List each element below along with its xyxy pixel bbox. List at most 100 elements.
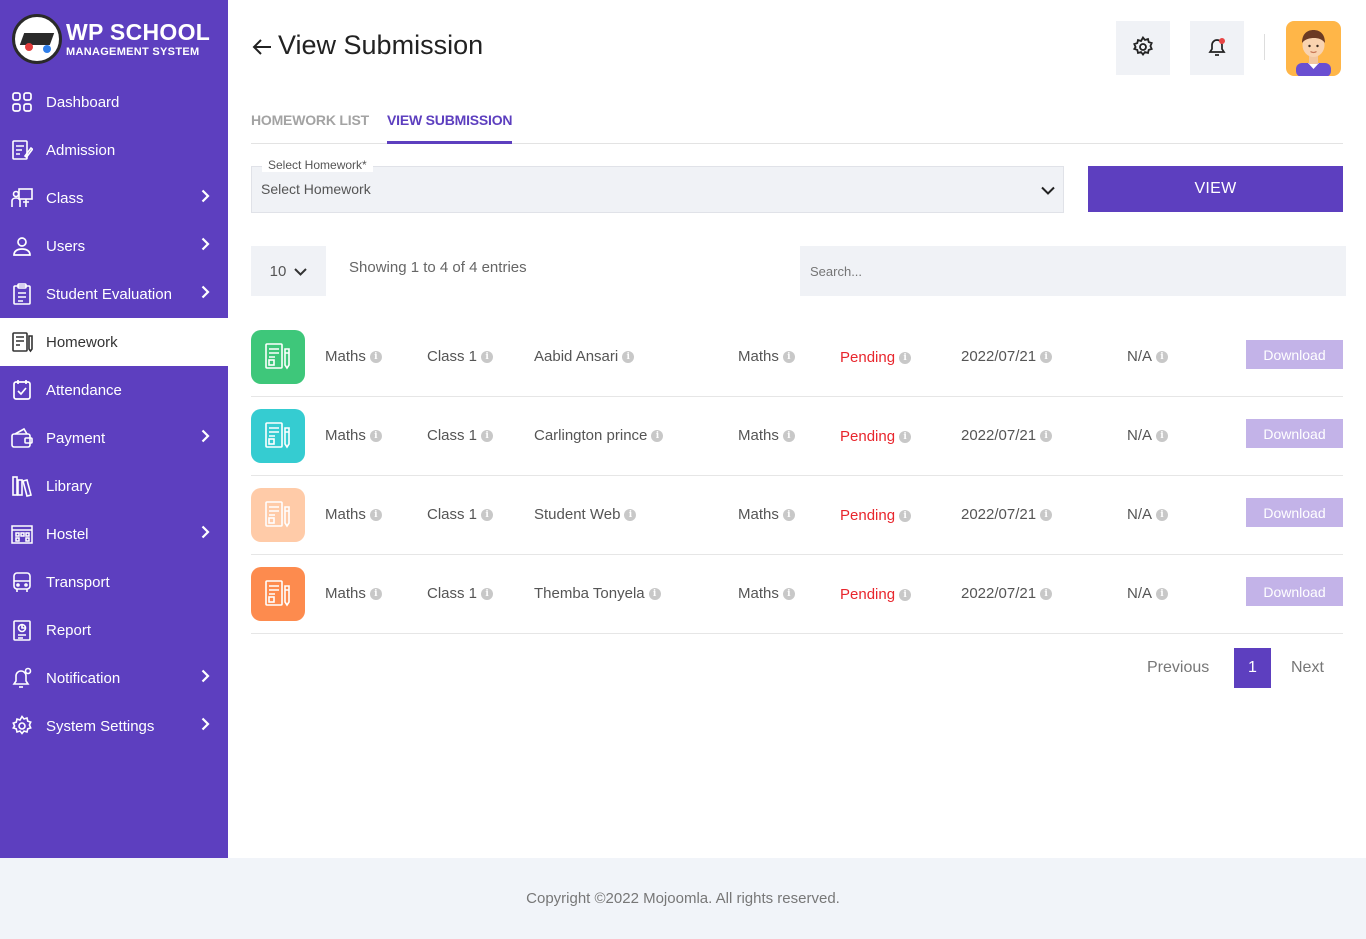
class-cell: Class 1i — [427, 427, 494, 444]
info-icon[interactable]: i — [782, 508, 795, 521]
info-icon[interactable]: i — [369, 587, 382, 600]
table-row: Maths i Class 1i Carlington prince i Maths… — [251, 397, 1343, 476]
gear-icon — [1132, 35, 1154, 61]
homework-select[interactable]: Select Homework* Select Homework — [251, 158, 1064, 213]
download-button[interactable]: Download — [1246, 577, 1343, 606]
chevron-right-icon — [201, 189, 210, 207]
info-icon[interactable]: i — [481, 587, 494, 600]
download-button[interactable]: Download — [1246, 419, 1343, 448]
subject-cell: Maths i — [738, 585, 795, 602]
sidebar-item-dashboard[interactable]: Dashboard — [0, 78, 228, 126]
evaluation-cell: N/A i — [1127, 585, 1169, 602]
info-icon[interactable]: i — [1156, 587, 1169, 600]
sidebar-item-class[interactable]: Class — [0, 174, 228, 222]
brand-title: WP SCHOOL — [66, 18, 211, 45]
settings-button[interactable] — [1116, 21, 1170, 75]
sidebar-item-attendance[interactable]: Attendance — [0, 366, 228, 414]
previous-page-button[interactable]: Previous — [1147, 659, 1209, 677]
avatar[interactable] — [1286, 21, 1341, 76]
info-icon[interactable]: i — [1040, 350, 1053, 363]
info-icon[interactable]: i — [899, 509, 912, 522]
sidebar-item-label: Attendance — [46, 381, 122, 399]
status-cell: Pending i — [840, 349, 912, 366]
info-icon[interactable]: i — [1040, 587, 1053, 600]
homework-file-icon — [251, 567, 305, 621]
status-cell: Pending i — [840, 428, 912, 445]
page-title: View Submission — [278, 30, 484, 60]
info-icon[interactable]: i — [1156, 350, 1169, 363]
info-icon[interactable]: i — [782, 350, 795, 363]
sidebar-item-label: Class — [46, 189, 84, 207]
student-cell: Themba Tonyela i — [534, 585, 661, 602]
info-icon[interactable]: i — [899, 588, 912, 601]
sidebar-item-hostel[interactable]: Hostel — [0, 510, 228, 558]
subject-cell: Maths i — [738, 427, 795, 444]
sidebar-item-label: Payment — [46, 429, 106, 447]
evaluation-cell: N/A i — [1127, 506, 1169, 523]
subject-cell: Maths i — [738, 348, 795, 365]
chevron-right-icon — [201, 285, 210, 303]
homework-cell: Maths i — [325, 427, 382, 444]
evaluation-cell: N/A i — [1127, 427, 1169, 444]
sidebar-item-admission[interactable]: Admission — [0, 126, 228, 174]
info-icon[interactable]: i — [481, 429, 494, 442]
admission-icon — [11, 139, 33, 161]
info-icon[interactable]: i — [899, 430, 912, 443]
search-input[interactable] — [800, 246, 1346, 296]
sidebar-item-student-evaluation[interactable]: Student Evaluation — [0, 270, 228, 318]
status-cell: Pending i — [840, 507, 912, 524]
homework-cell: Maths i — [325, 506, 382, 523]
bus-icon — [11, 571, 33, 593]
homework-file-icon — [251, 330, 305, 384]
page-length-select[interactable]: 10 — [251, 246, 326, 296]
copyright-text: Copyright ©2022 Mojoomla. All rights res… — [526, 890, 840, 907]
info-icon[interactable]: i — [651, 429, 664, 442]
info-icon[interactable]: i — [369, 350, 382, 363]
chevron-right-icon — [201, 717, 210, 735]
brand-logo[interactable]: WP SCHOOL MANAGEMENT SYSTEM — [0, 0, 228, 78]
download-button[interactable]: Download — [1246, 340, 1343, 369]
info-icon[interactable]: i — [782, 429, 795, 442]
sidebar-item-payment[interactable]: Payment — [0, 414, 228, 462]
sidebar-item-label: Library — [46, 477, 92, 495]
sidebar-item-notification[interactable]: Notification — [0, 654, 228, 702]
evaluation-cell: N/A i — [1127, 348, 1169, 365]
notification-icon — [11, 667, 33, 689]
info-icon[interactable]: i — [899, 351, 912, 364]
download-button[interactable]: Download — [1246, 498, 1343, 527]
info-icon[interactable]: i — [1156, 429, 1169, 442]
sidebar-item-library[interactable]: Library — [0, 462, 228, 510]
sidebar-item-system-settings[interactable]: System Settings — [0, 702, 228, 750]
info-icon[interactable]: i — [481, 350, 494, 363]
view-button[interactable]: VIEW — [1088, 166, 1343, 212]
notifications-button[interactable] — [1190, 21, 1244, 75]
info-icon[interactable]: i — [481, 508, 494, 521]
sidebar-item-label: Hostel — [46, 525, 89, 543]
info-icon[interactable]: i — [622, 350, 635, 363]
notification-dot — [1219, 38, 1225, 44]
info-icon[interactable]: i — [1156, 508, 1169, 521]
tab-view-submission[interactable]: VIEW SUBMISSION — [387, 112, 513, 144]
class-cell: Class 1i — [427, 585, 494, 602]
sidebar-item-homework[interactable]: Homework — [0, 318, 228, 366]
info-icon[interactable]: i — [1040, 508, 1053, 521]
info-icon[interactable]: i — [369, 429, 382, 442]
sidebar-item-users[interactable]: Users — [0, 222, 228, 270]
sidebar-item-transport[interactable]: Transport — [0, 558, 228, 606]
wallet-icon — [11, 427, 33, 449]
next-page-button[interactable]: Next — [1291, 659, 1324, 677]
sidebar-item-report[interactable]: Report — [0, 606, 228, 654]
homework-cell: Maths i — [325, 585, 382, 602]
info-icon[interactable]: i — [648, 587, 661, 600]
main-content: View Submission HOMEWORK LIST VIEW SUBMI… — [251, 0, 1346, 688]
info-icon[interactable]: i — [782, 587, 795, 600]
info-icon[interactable]: i — [369, 508, 382, 521]
sidebar-item-label: Student Evaluation — [46, 285, 172, 303]
tab-homework-list[interactable]: HOMEWORK LIST — [251, 112, 369, 128]
page-number-button[interactable]: 1 — [1234, 648, 1271, 688]
chevron-right-icon — [201, 237, 210, 255]
homework-icon — [11, 331, 33, 353]
info-icon[interactable]: i — [1040, 429, 1053, 442]
info-icon[interactable]: i — [624, 508, 637, 521]
back-arrow-icon[interactable] — [251, 36, 273, 63]
